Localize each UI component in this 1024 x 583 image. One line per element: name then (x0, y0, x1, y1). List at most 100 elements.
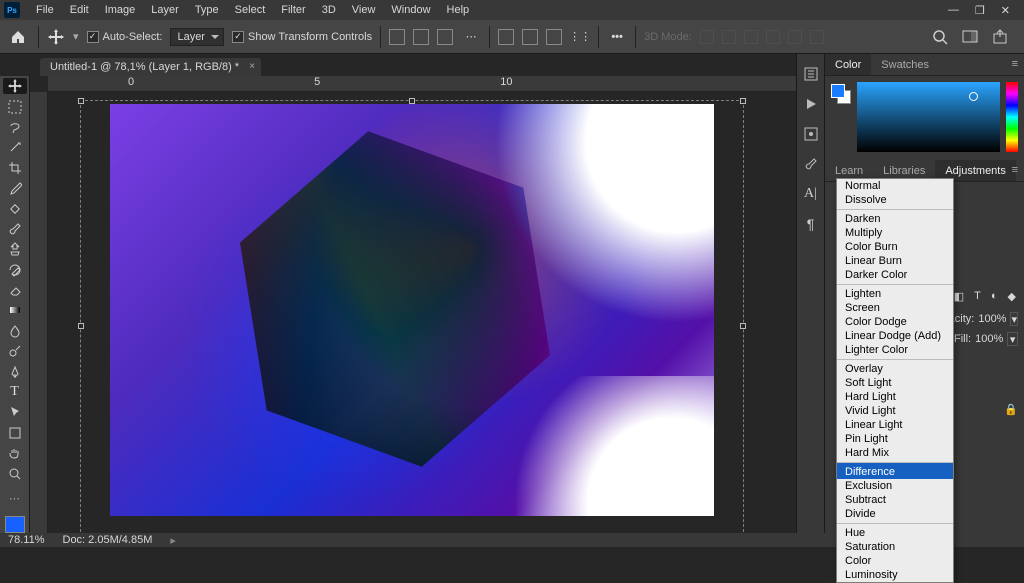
swatches-panel-tab[interactable]: Swatches (871, 54, 939, 75)
layer-filter-icon-4[interactable]: ◐ (991, 290, 998, 303)
menu-image[interactable]: Image (97, 0, 144, 20)
menu-window[interactable]: Window (383, 0, 438, 20)
hand-tool[interactable] (3, 445, 27, 461)
blend-mode-item[interactable]: Divide (837, 507, 953, 521)
blend-mode-item[interactable]: Linear Light (837, 418, 953, 432)
shape-tool[interactable] (3, 425, 27, 441)
blend-mode-item[interactable]: Lighter Color (837, 343, 953, 357)
transform-handle-n[interactable] (409, 98, 415, 104)
align-right-icon[interactable] (437, 29, 453, 45)
menu-type[interactable]: Type (187, 0, 227, 20)
blend-mode-item[interactable]: Overlay (837, 359, 953, 376)
blend-mode-item[interactable]: Pin Light (837, 432, 953, 446)
blend-mode-item[interactable]: Darker Color (837, 268, 953, 282)
blend-mode-item[interactable]: Color Burn (837, 240, 953, 254)
path-select-tool[interactable] (3, 404, 27, 420)
auto-select-target-dropdown[interactable]: Layer (170, 28, 224, 46)
history-panel-icon[interactable] (803, 66, 819, 82)
blend-mode-item[interactable]: Hue (837, 523, 953, 540)
layer-filter-icon-3[interactable]: T (974, 290, 981, 303)
align-top-icon[interactable] (498, 29, 514, 45)
more-align-icon[interactable]: ⋯ (461, 27, 481, 47)
menu-edit[interactable]: Edit (62, 0, 97, 20)
blend-mode-item[interactable]: Exclusion (837, 479, 953, 493)
blend-mode-item[interactable]: Darken (837, 209, 953, 226)
blend-mode-item[interactable]: Linear Burn (837, 254, 953, 268)
blend-mode-item[interactable]: Vivid Light (837, 404, 953, 418)
transform-bounding-box[interactable] (80, 100, 744, 533)
blend-mode-item[interactable]: Normal (837, 179, 953, 193)
panel-menu-icon-2[interactable]: ≡ (1012, 164, 1018, 176)
align-bottom-icon[interactable] (546, 29, 562, 45)
transform-handle-e[interactable] (740, 323, 746, 329)
magic-wand-tool[interactable] (3, 139, 27, 155)
window-close-icon[interactable]: ✕ (1001, 4, 1010, 17)
blend-mode-item[interactable]: Hard Mix (837, 446, 953, 460)
gradient-tool[interactable] (3, 302, 27, 318)
panel-menu-icon[interactable]: ≡ (1012, 58, 1018, 70)
fill-value[interactable]: 100% (975, 333, 1003, 345)
show-transform-checkbox[interactable]: Show Transform Controls (232, 31, 372, 43)
blend-mode-item[interactable]: Color (837, 554, 953, 568)
eyedropper-tool[interactable] (3, 180, 27, 196)
color-spectrum[interactable] (857, 82, 1000, 152)
foreground-color-swatch[interactable] (5, 516, 25, 533)
blend-mode-item[interactable]: Color Dodge (837, 315, 953, 329)
blend-mode-dropdown[interactable]: Normal Dissolve Darken Multiply Color Bu… (836, 178, 954, 583)
document-tab[interactable]: Untitled-1 @ 78,1% (Layer 1, RGB/8) * × (40, 58, 261, 76)
blend-mode-item-selected[interactable]: Difference (837, 462, 953, 479)
fg-bg-swatches[interactable] (831, 84, 851, 104)
pen-tool[interactable] (3, 363, 27, 379)
overflow-icon[interactable]: ••• (607, 27, 627, 47)
transform-handle-ne[interactable] (740, 98, 746, 104)
blend-mode-item[interactable]: Subtract (837, 493, 953, 507)
tool-chevron-icon[interactable]: ▾ (73, 30, 79, 43)
menu-3d[interactable]: 3D (314, 0, 344, 20)
hue-strip[interactable] (1006, 82, 1018, 152)
edit-toolbar-icon[interactable]: ⋯ (3, 490, 27, 506)
dodge-tool[interactable] (3, 343, 27, 359)
blend-mode-item[interactable]: Saturation (837, 540, 953, 554)
layer-filter-icon-5[interactable]: ◆ (1008, 290, 1016, 303)
type-tool[interactable]: T (3, 384, 27, 400)
auto-select-checkbox[interactable]: Auto-Select: (87, 31, 163, 43)
align-center-h-icon[interactable] (413, 29, 429, 45)
menu-layer[interactable]: Layer (143, 0, 187, 20)
color-picker-marker[interactable] (969, 92, 978, 101)
home-icon[interactable] (6, 25, 30, 49)
move-tool[interactable] (3, 78, 27, 94)
align-center-v-icon[interactable] (522, 29, 538, 45)
blend-mode-item[interactable]: Linear Dodge (Add) (837, 329, 953, 343)
menu-help[interactable]: Help (439, 0, 478, 20)
menu-select[interactable]: Select (227, 0, 274, 20)
blur-tool[interactable] (3, 323, 27, 339)
blend-mode-item[interactable]: Dissolve (837, 193, 953, 207)
character-panel-icon[interactable]: A| (804, 186, 817, 202)
menu-view[interactable]: View (344, 0, 384, 20)
lasso-tool[interactable] (3, 119, 27, 135)
clone-stamp-tool[interactable] (3, 241, 27, 257)
crop-tool[interactable] (3, 160, 27, 176)
color-panel-tab[interactable]: Color (825, 54, 871, 75)
eraser-tool[interactable] (3, 282, 27, 298)
align-left-icon[interactable] (389, 29, 405, 45)
brush-panel-icon[interactable] (803, 156, 819, 172)
share-icon[interactable] (992, 29, 1008, 45)
opacity-value[interactable]: 100% (978, 313, 1006, 325)
menu-filter[interactable]: Filter (273, 0, 313, 20)
blend-mode-item[interactable]: Multiply (837, 226, 953, 240)
layer-filter-icon-2[interactable]: ◧ (954, 290, 964, 303)
blend-mode-item[interactable]: Screen (837, 301, 953, 315)
history-brush-tool[interactable] (3, 262, 27, 278)
blend-mode-item[interactable]: Lighten (837, 284, 953, 301)
healing-tool[interactable] (3, 200, 27, 216)
transform-handle-nw[interactable] (78, 98, 84, 104)
window-restore-icon[interactable]: ❐ (975, 4, 985, 17)
marquee-tool[interactable] (3, 98, 27, 114)
brush-tool[interactable] (3, 221, 27, 237)
properties-panel-icon[interactable] (803, 126, 819, 142)
window-minimize-icon[interactable]: — (948, 4, 959, 17)
move-tool-icon[interactable] (47, 28, 65, 46)
blend-mode-item[interactable]: Hard Light (837, 390, 953, 404)
transform-handle-w[interactable] (78, 323, 84, 329)
